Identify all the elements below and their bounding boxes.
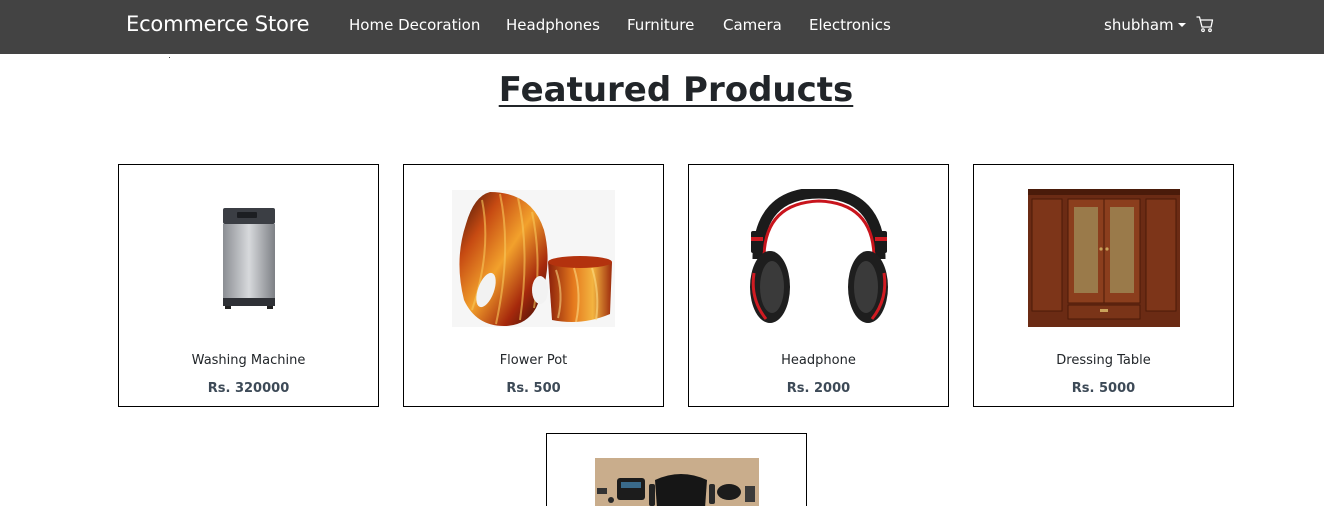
product-name: Washing Machine — [191, 353, 306, 368]
product-price: Rs. 500 — [506, 381, 561, 396]
product-image-box — [547, 458, 806, 506]
electronics-kit-image[interactable] — [594, 458, 759, 506]
nav-link-home-decoration[interactable]: Home Decoration — [349, 16, 480, 34]
product-name: Headphone — [781, 353, 856, 368]
product-image-box — [404, 189, 663, 327]
product-image-box — [974, 189, 1233, 327]
page-title: Featured Products — [498, 70, 854, 110]
product-card-flower-pot[interactable]: Flower Pot Rs. 500 — [403, 164, 664, 407]
product-card-headphone[interactable]: Headphone Rs. 2000 — [688, 164, 949, 407]
product-card-electronics-kit[interactable] — [546, 433, 807, 506]
flower-pot-image[interactable] — [452, 189, 615, 327]
washing-machine-image[interactable] — [219, 206, 279, 310]
nav-link-headphones[interactable]: Headphones — [506, 16, 600, 34]
stray-dot — [169, 57, 170, 58]
caret-down-icon — [1177, 23, 1186, 27]
product-name: Flower Pot — [499, 353, 568, 368]
product-name: Dressing Table — [1056, 353, 1151, 368]
user-dropdown[interactable]: shubham — [1104, 16, 1186, 34]
product-image-box — [689, 189, 948, 327]
nav-link-electronics[interactable]: Electronics — [809, 16, 891, 34]
product-card-dressing-table[interactable]: Dressing Table Rs. 5000 — [973, 164, 1234, 407]
dressing-table-image[interactable] — [1027, 189, 1180, 327]
brand-link[interactable]: Ecommerce Store — [126, 12, 310, 36]
headphone-image[interactable] — [744, 189, 894, 327]
cart-icon[interactable] — [1196, 15, 1214, 33]
product-card-washing-machine[interactable]: Washing Machine Rs. 320000 — [118, 164, 379, 407]
product-image-box — [119, 189, 378, 327]
user-name: shubham — [1104, 16, 1174, 34]
nav-link-furniture[interactable]: Furniture — [627, 16, 694, 34]
product-price: Rs. 2000 — [786, 381, 851, 396]
navbar: Ecommerce Store Home Decoration Headphon… — [0, 0, 1324, 54]
nav-link-camera[interactable]: Camera — [723, 16, 782, 34]
product-price: Rs. 320000 — [207, 381, 290, 396]
product-price: Rs. 5000 — [1071, 381, 1136, 396]
